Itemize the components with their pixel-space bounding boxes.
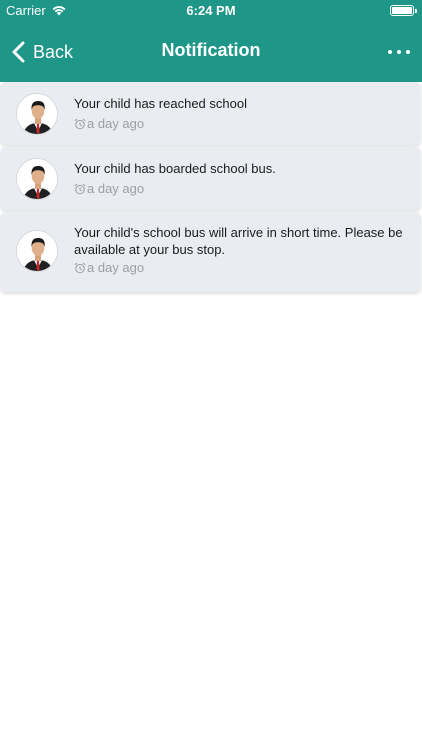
notification-message: Your child's school bus will arrive in s… [74, 225, 403, 257]
notification-item[interactable]: Your child's school bus will arrive in s… [0, 212, 421, 292]
alarm-clock-icon [74, 118, 86, 129]
more-horizontal-icon [388, 50, 392, 54]
more-dot [397, 50, 401, 54]
person-avatar-icon [16, 230, 58, 272]
app-header: Carrier 6:24 PM Back Notification [0, 0, 422, 82]
notification-time-label: a day ago [87, 116, 145, 131]
navigation-bar: Back Notification [0, 22, 422, 82]
battery-level [392, 7, 412, 14]
alarm-clock-icon [74, 262, 86, 273]
notification-message: Your child has reached school [74, 96, 247, 111]
notification-time-label: a day ago [87, 181, 145, 196]
page-title: Notification [161, 40, 261, 60]
status-bar: Carrier 6:24 PM [0, 0, 422, 22]
status-time: 6:24 PM [186, 3, 236, 18]
notification-item[interactable]: Your child has reached school a day ago [0, 82, 421, 145]
more-dot [406, 50, 410, 54]
notification-time: a day ago [74, 181, 144, 196]
notification-list: Your child has reached school a day ago [0, 82, 422, 294]
alarm-clock-icon [74, 183, 86, 194]
notification-time: a day ago [74, 260, 144, 275]
notification-time-label: a day ago [87, 260, 145, 275]
notification-message: Your child has boarded school bus. [74, 161, 276, 176]
person-avatar-icon [16, 93, 58, 135]
notification-screen: Carrier 6:24 PM Back Notification Your c… [0, 0, 422, 750]
battery-icon [390, 5, 417, 16]
person-avatar-icon [16, 158, 58, 200]
notification-item[interactable]: Your child has boarded school bus. a day… [0, 147, 421, 210]
battery-tip [415, 9, 417, 13]
more-options-button[interactable] [388, 42, 410, 62]
notification-time: a day ago [74, 116, 144, 131]
